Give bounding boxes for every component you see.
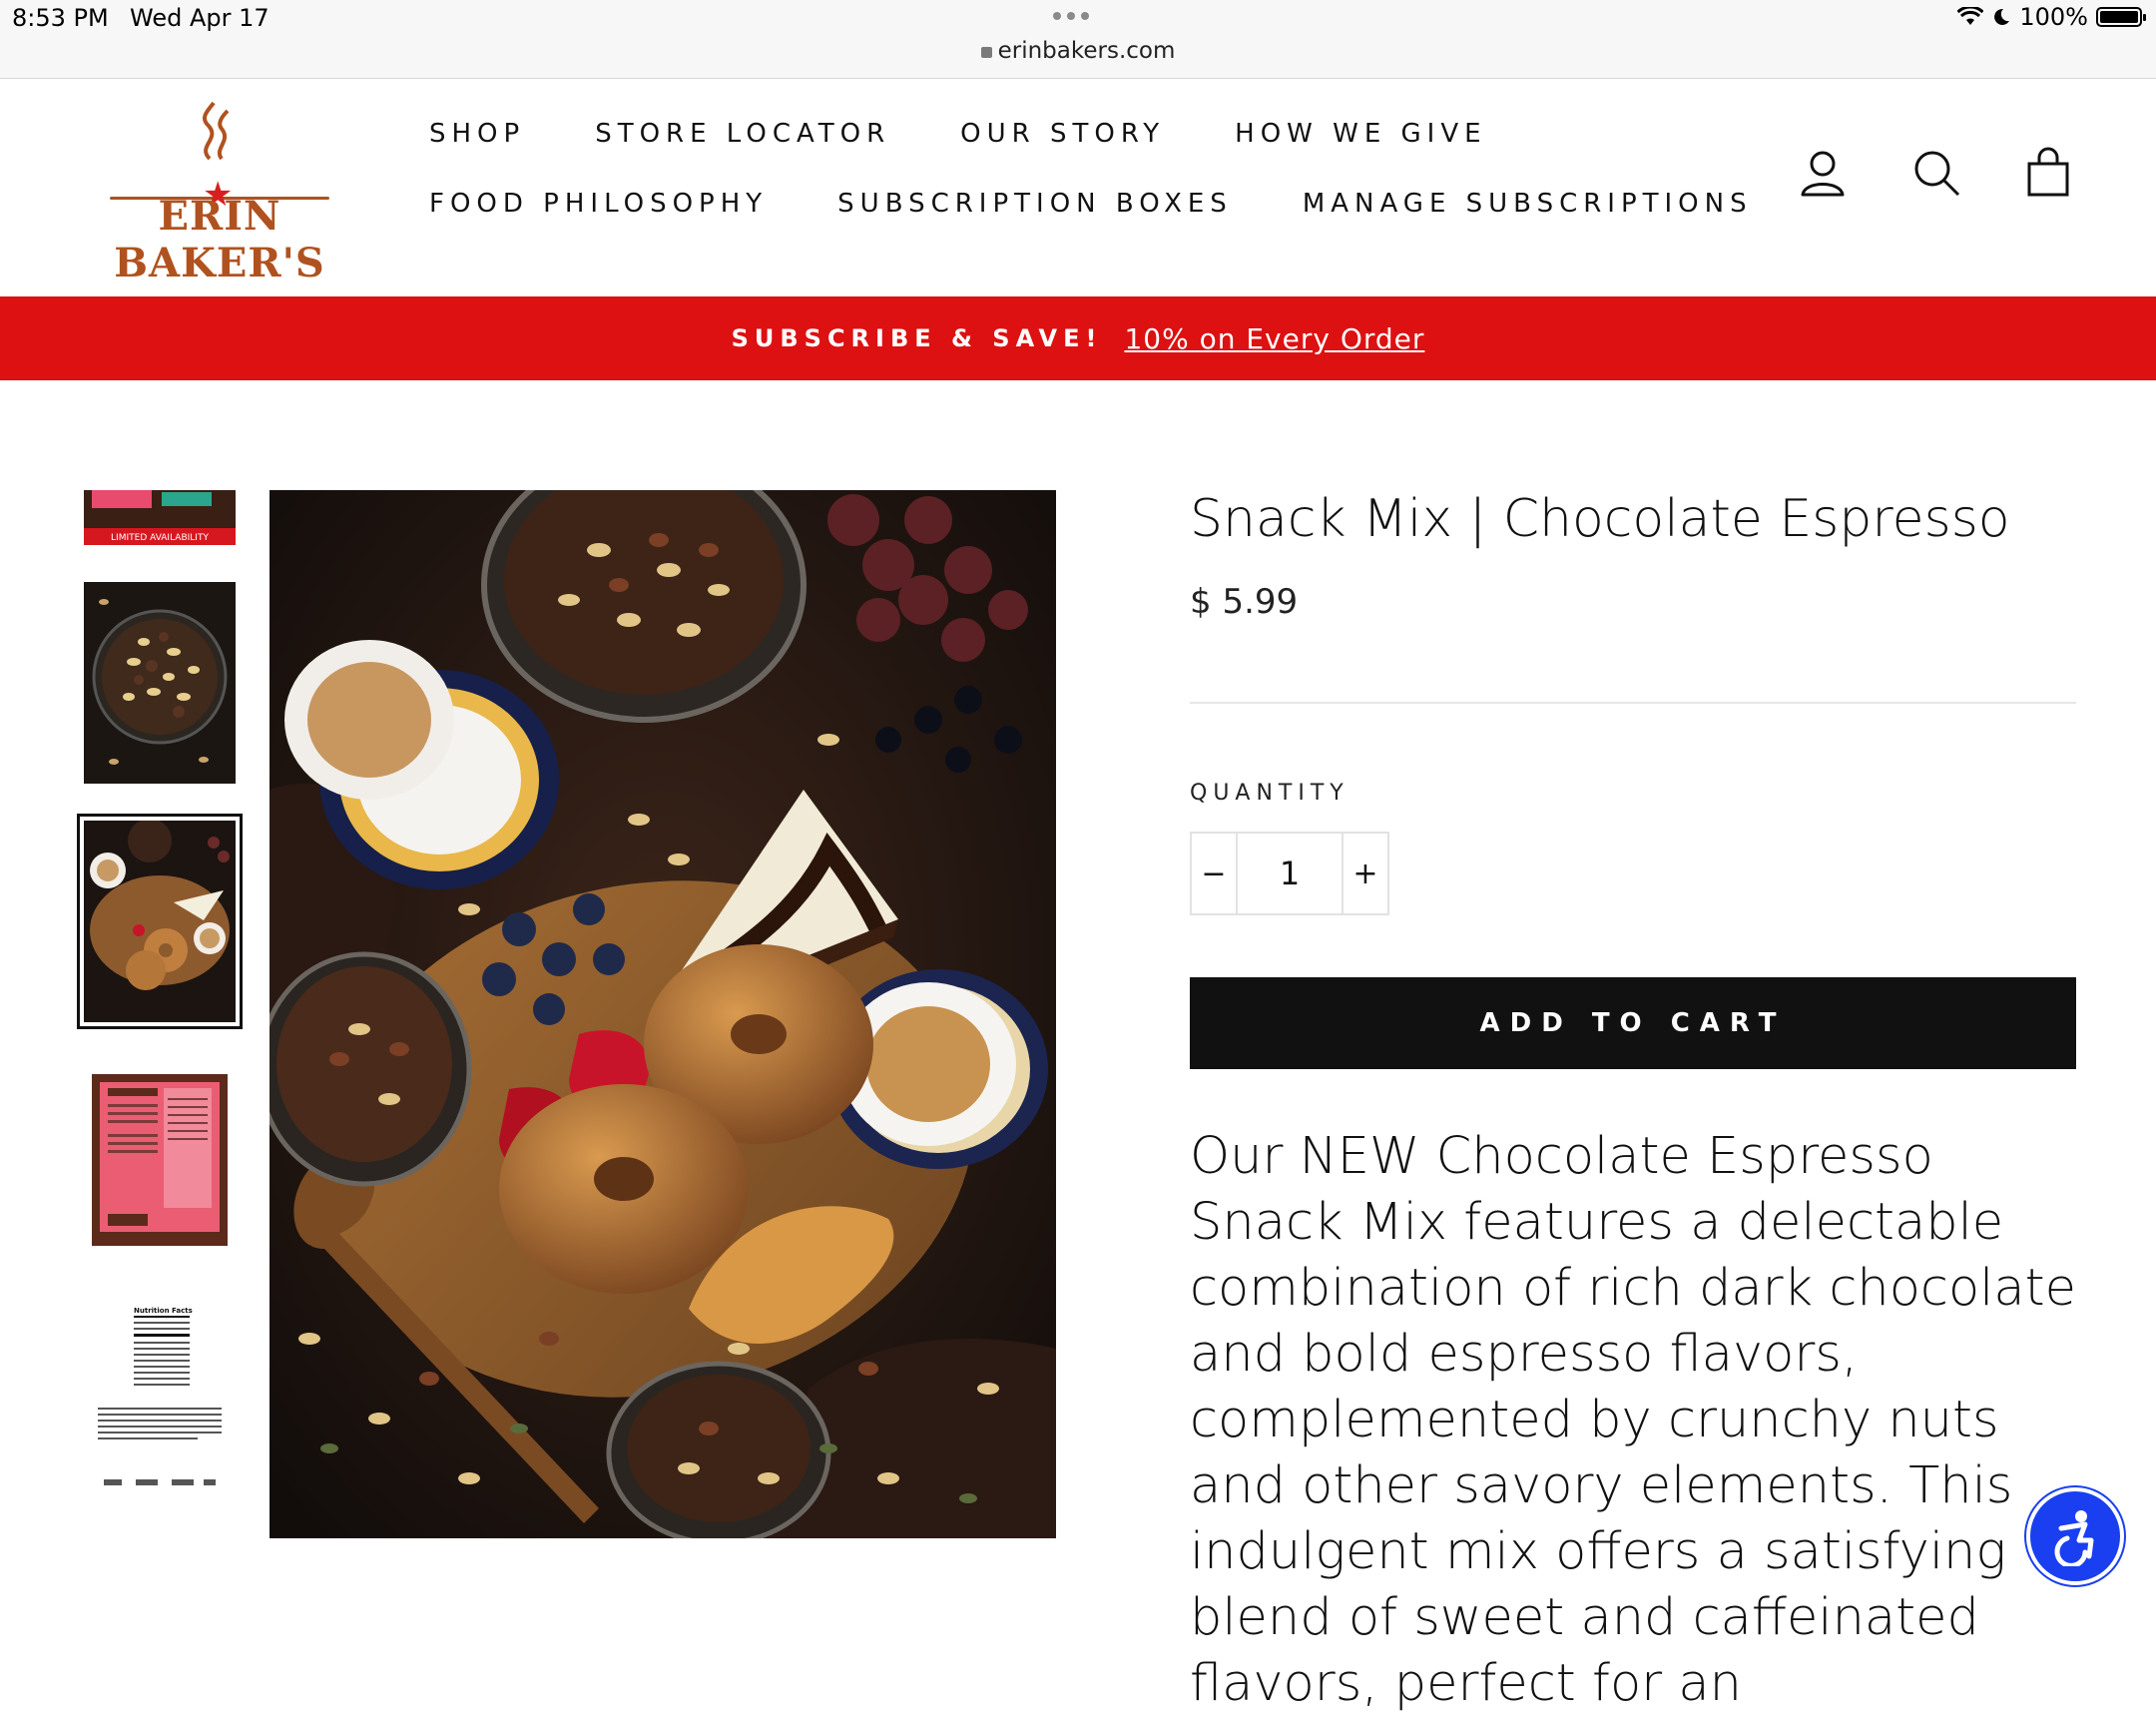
thumbnail-package-front[interactable]: LIMITED AVAILABILITY: [84, 490, 236, 545]
nav-how-we-give[interactable]: HOW WE GIVE: [1235, 119, 1486, 149]
quantity-label: QUANTITY: [1190, 781, 1349, 806]
status-date: Wed Apr 17: [130, 4, 270, 32]
url-text: erinbakers.com: [997, 38, 1176, 64]
multitasking-dots-icon[interactable]: [1053, 12, 1089, 20]
nav-our-story[interactable]: OUR STORY: [960, 119, 1165, 149]
search-icon[interactable]: [1910, 147, 1962, 199]
snack-bowl-image: [84, 582, 236, 784]
thumbnail-package-back[interactable]: [84, 1074, 236, 1246]
package-back-image: [84, 1074, 236, 1246]
brand-logo[interactable]: ★ ERIN BAKER'S: [80, 101, 359, 286]
package-front-image: LIMITED AVAILABILITY: [84, 490, 236, 545]
quantity-stepper: − 1 +: [1190, 832, 1389, 915]
site-header: ★ ERIN BAKER'S SHOP STORE LOCATOR OUR ST…: [0, 79, 2156, 295]
accessibility-button[interactable]: [2026, 1487, 2124, 1585]
nav-shop[interactable]: SHOP: [429, 119, 525, 149]
status-icons: 100%: [1957, 3, 2146, 31]
lock-icon: [980, 47, 992, 58]
product-description: Our NEW Chocolate Espresso Snack Mix fea…: [1190, 1127, 2076, 1713]
accessibility-icon: [2054, 1510, 2094, 1566]
breakfast-spread-photo: [270, 490, 1056, 1538]
nutrition-facts-image: Nutrition Facts: [84, 1304, 236, 1495]
cart-icon[interactable]: [2022, 147, 2074, 199]
breakfast-spread-image: [84, 821, 236, 1022]
nav-row-1: SHOP STORE LOCATOR OUR STORY HOW WE GIVE: [429, 119, 1487, 149]
nav-row-2: FOOD PHILOSOPHY SUBSCRIPTION BOXES MANAG…: [429, 189, 1753, 219]
promo-banner: SUBSCRIBE & SAVE! 10% on Every Order: [0, 296, 2156, 380]
add-to-cart-button[interactable]: ADD TO CART: [1190, 977, 2076, 1069]
battery-icon: [2096, 7, 2146, 27]
product-title: Snack Mix | Chocolate Espresso: [1190, 489, 2010, 549]
quantity-increase-button[interactable]: +: [1344, 857, 1387, 891]
status-time: 8:53 PM: [12, 4, 109, 32]
thumbnail-breakfast-spread[interactable]: [77, 814, 243, 1029]
quantity-decrease-button[interactable]: −: [1192, 857, 1236, 891]
nav-subscription-boxes[interactable]: SUBSCRIPTION BOXES: [837, 189, 1233, 219]
thumbnail-nutrition-facts[interactable]: Nutrition Facts: [84, 1304, 236, 1495]
nav-manage-subscriptions[interactable]: MANAGE SUBSCRIPTIONS: [1303, 189, 1753, 219]
promo-headline: SUBSCRIBE & SAVE!: [731, 324, 1103, 352]
nav-food-philosophy[interactable]: FOOD PHILOSOPHY: [429, 189, 768, 219]
promo-link[interactable]: 10% on Every Order: [1124, 322, 1424, 355]
divider: [1190, 702, 2076, 704]
product-main-image[interactable]: [270, 490, 1056, 1538]
limited-availability-badge: LIMITED AVAILABILITY: [111, 533, 209, 543]
quantity-input[interactable]: 1: [1236, 834, 1344, 913]
logo-text: ERIN BAKER'S: [114, 193, 325, 286]
status-bar: 8:53 PM Wed Apr 17 erinbakers.com 100%: [0, 0, 2156, 79]
product-price: $ 5.99: [1190, 582, 1299, 622]
nutrition-facts-title: Nutrition Facts: [134, 1307, 193, 1315]
steam-icon: [203, 101, 230, 161]
account-icon[interactable]: [1797, 147, 1849, 199]
battery-percent: 100%: [2019, 3, 2088, 31]
moon-icon: [1994, 8, 2010, 25]
address-bar[interactable]: erinbakers.com: [0, 38, 2156, 64]
wifi-icon: [1957, 7, 1984, 25]
thumbnail-snack-bowl[interactable]: [84, 582, 236, 784]
nav-store-locator[interactable]: STORE LOCATOR: [595, 119, 890, 149]
